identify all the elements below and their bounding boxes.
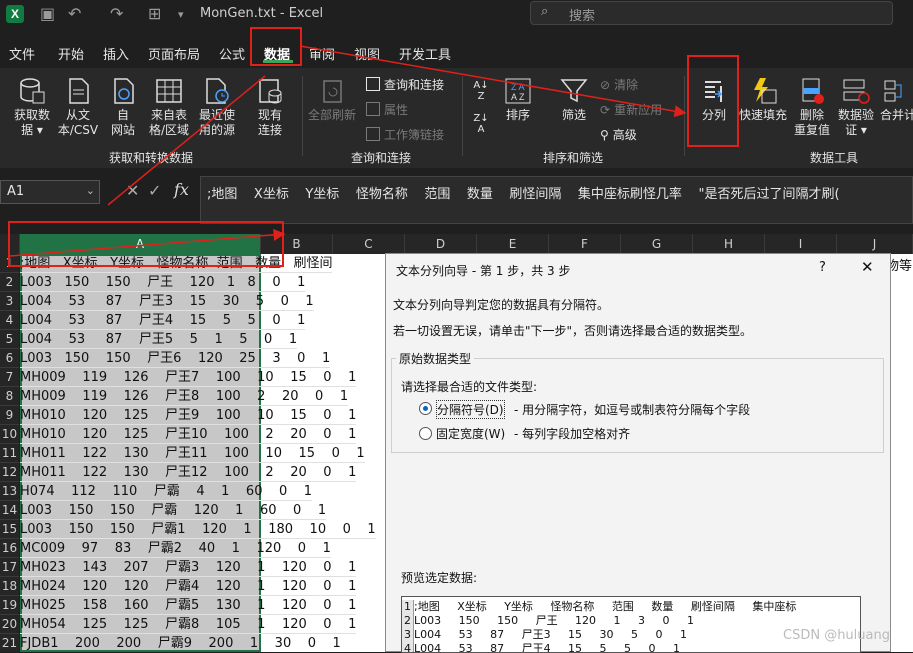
arrow-from-data-tab: [107, 75, 266, 206]
annotation-arrows: [9, 45, 687, 257]
watermark: CSDN @huluang: [783, 628, 890, 643]
arrow-to-text-to-columns: [299, 45, 687, 118]
arrow-column-a: [9, 228, 286, 257]
